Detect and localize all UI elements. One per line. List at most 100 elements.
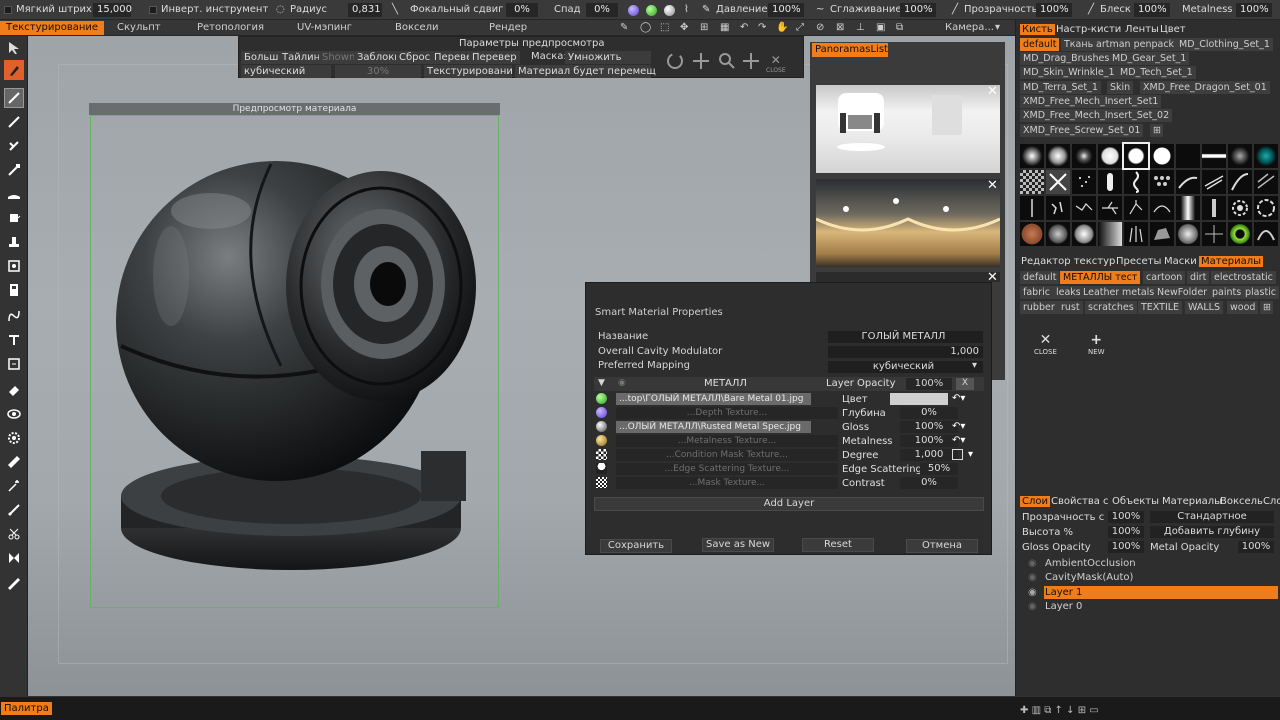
room-tab-retopo[interactable]: Ретопология <box>197 22 264 33</box>
brush-pack-md-terra[interactable]: MD_Terra_Set_1 <box>1020 81 1101 94</box>
brush-pack-xmd-mech1[interactable]: XMD_Free_Mech_Insert_Set1 <box>1020 95 1162 108</box>
layer-cavity-mask[interactable]: CavityMask(Auto) <box>1044 571 1278 584</box>
stamp-tool-icon[interactable] <box>4 232 24 252</box>
material-preview-frame[interactable] <box>90 115 499 608</box>
soft-stroke-value[interactable]: 15,000 <box>93 3 132 17</box>
color-texture-slot[interactable]: ...top\ГОЛЫЙ МЕТАЛЛ\Bare Metal 01.jpg <box>616 393 811 405</box>
eye-icon[interactable]: ◉ <box>618 378 626 388</box>
brush-feather-icon[interactable] <box>1228 170 1252 194</box>
select-arrow-icon[interactable] <box>4 38 24 58</box>
up-arrow-icon[interactable]: ↑ <box>1055 705 1063 716</box>
panorama-thumb-hall[interactable] <box>815 179 1001 267</box>
tile-icon[interactable]: ▣ <box>876 22 885 33</box>
pen-icon[interactable]: ✎ <box>620 22 628 33</box>
contrast-value[interactable]: 0% <box>900 477 958 489</box>
mat-set-metals[interactable]: metals <box>1119 286 1158 299</box>
brush-pack-xmd-screw[interactable]: XMD_Free_Screw_Set_01 <box>1020 124 1144 137</box>
degree-value[interactable]: 1,000 <box>900 449 958 461</box>
paint-brush-tool-icon[interactable] <box>4 60 24 80</box>
close-material-button[interactable]: ✕ CLOSE <box>1034 332 1057 356</box>
resize-icon[interactable]: ⤢ <box>796 22 804 33</box>
tab-presets[interactable]: Пресеты <box>1116 256 1161 267</box>
brush-pack-xmd-mech2[interactable]: XMD_Free_Mech_Insert_Set_02 <box>1020 109 1173 122</box>
room-tab-sculpt[interactable]: Скульпт <box>117 22 161 33</box>
brush-selected-icon[interactable] <box>1122 142 1150 170</box>
remove-panorama-2-icon[interactable]: ✕ <box>987 178 998 193</box>
height-value[interactable]: 100% <box>1108 526 1144 538</box>
fill-tool-icon[interactable] <box>4 136 24 156</box>
brush-soft-icon[interactable] <box>1020 144 1044 168</box>
tab-layers[interactable]: Слои <box>1020 496 1050 507</box>
measure-tool-icon[interactable] <box>4 574 24 594</box>
new-layer-button-icon[interactable]: ✚ <box>1020 705 1028 716</box>
hand-icon[interactable]: ✋ <box>776 22 788 33</box>
brush-pattern-icon[interactable] <box>1020 170 1044 194</box>
room-tab-render[interactable]: Рендер <box>489 22 527 33</box>
tab-properties[interactable]: Свойства с <box>1051 496 1109 507</box>
brush-pack-md-gear[interactable]: MD_Gear_Set_1 <box>1109 52 1190 65</box>
curve-tool-icon[interactable] <box>4 306 24 326</box>
layer-ambient-occlusion[interactable]: AmbientOcclusion <box>1044 557 1278 570</box>
tab-brush[interactable]: Кисть <box>1020 24 1055 35</box>
cancel-button[interactable]: Отмена <box>906 539 978 553</box>
brush-noise-icon[interactable] <box>1228 144 1252 168</box>
frame-tool-icon[interactable] <box>4 354 24 374</box>
depth-value[interactable]: 0% <box>900 407 958 419</box>
depth-mode-select[interactable]: Добавить глубину <box>1150 526 1274 538</box>
brush-veins-icon[interactable] <box>1202 222 1226 246</box>
down-arrow-icon[interactable]: ↓ <box>1066 705 1074 716</box>
opacity-value[interactable]: 100% <box>1036 3 1072 17</box>
mat-set-default[interactable]: default <box>1020 271 1060 284</box>
add-material-set-icon[interactable]: ⊞ <box>1260 301 1273 314</box>
snap-icon[interactable]: ⊠ <box>836 22 844 33</box>
metalness-value[interactable]: 100% <box>900 435 958 447</box>
gloss-reset-icon[interactable]: ↶▾ <box>952 421 965 432</box>
forbid-icon[interactable]: ⊘ <box>816 22 824 33</box>
mapping-dropdown-icon[interactable]: ▾ <box>972 360 977 371</box>
trash-icon[interactable]: ▥ <box>1032 705 1041 716</box>
tab-color[interactable]: Цвет <box>1160 24 1186 35</box>
scissors-tool-icon[interactable] <box>4 524 24 544</box>
brush-pack-artman[interactable]: artman penpack <box>1093 38 1178 51</box>
brush-fade-icon[interactable] <box>1098 222 1122 246</box>
brush-crack-icon[interactable] <box>1072 196 1096 220</box>
lock-icon[interactable]: ⊞ <box>700 22 708 33</box>
tab-materials[interactable]: Материалы <box>1199 256 1263 267</box>
clone-tool-icon[interactable] <box>4 256 24 276</box>
color-reset-icon[interactable]: ↶▾ <box>952 393 965 404</box>
add-pack-icon[interactable]: ⊞ <box>1150 124 1163 137</box>
color-swatch[interactable] <box>890 393 948 405</box>
room-tab-texturing[interactable]: Текстурирование <box>0 21 105 35</box>
pan-icon[interactable] <box>741 51 761 71</box>
metalness-texture-slot[interactable]: ...Metalness Texture... <box>616 435 838 447</box>
metalness-reset-icon[interactable]: ↶▾ <box>952 435 965 446</box>
mat-set-leather[interactable]: Leather <box>1080 286 1123 299</box>
degree-dropdown-icon[interactable]: ▾ <box>968 449 973 460</box>
layer-eye-icon[interactable]: ◉ <box>1028 601 1037 612</box>
flip-y-button[interactable]: Перевер <box>469 51 520 64</box>
text-tool-icon[interactable] <box>4 330 24 350</box>
invert-tool-checkbox[interactable] <box>149 6 157 14</box>
radius-value[interactable]: 0,831 <box>348 3 382 17</box>
sphere-outline-icon[interactable]: ◯ <box>640 22 651 33</box>
room-tab-uv[interactable]: UV-мэпинг <box>297 22 352 33</box>
panorama-thumb-3[interactable] <box>816 272 1000 282</box>
mat-set-plastic[interactable]: plastic <box>1242 286 1280 299</box>
brush-chain-icon[interactable] <box>1124 170 1148 194</box>
brush-bar-icon[interactable] <box>1202 196 1226 220</box>
magic-tool-icon[interactable] <box>4 476 24 496</box>
tab-brush-settings[interactable]: Настр-кисти <box>1056 24 1121 35</box>
mat-set-fabric[interactable]: fabric <box>1020 286 1053 299</box>
brush-hard-icon[interactable] <box>1098 144 1122 168</box>
gloss-sphere-icon[interactable] <box>664 5 675 16</box>
brush-pack-skin[interactable]: Skin <box>1107 81 1134 94</box>
airbrush-tool-icon[interactable] <box>4 88 24 108</box>
degree-checkbox[interactable] <box>952 449 963 460</box>
layer-eye-icon[interactable]: ◉ <box>1028 558 1037 569</box>
brush-hatch-icon[interactable] <box>1254 170 1278 194</box>
mirror-icon[interactable]: ⧉ <box>896 22 903 33</box>
brush-rust-icon[interactable] <box>1020 222 1044 246</box>
brush-round-icon[interactable] <box>1046 144 1070 168</box>
brush-pack-xmd-dragon[interactable]: XMD_Free_Dragon_Set_01 <box>1140 81 1270 94</box>
cube-icon[interactable]: ⬚ <box>660 22 669 33</box>
